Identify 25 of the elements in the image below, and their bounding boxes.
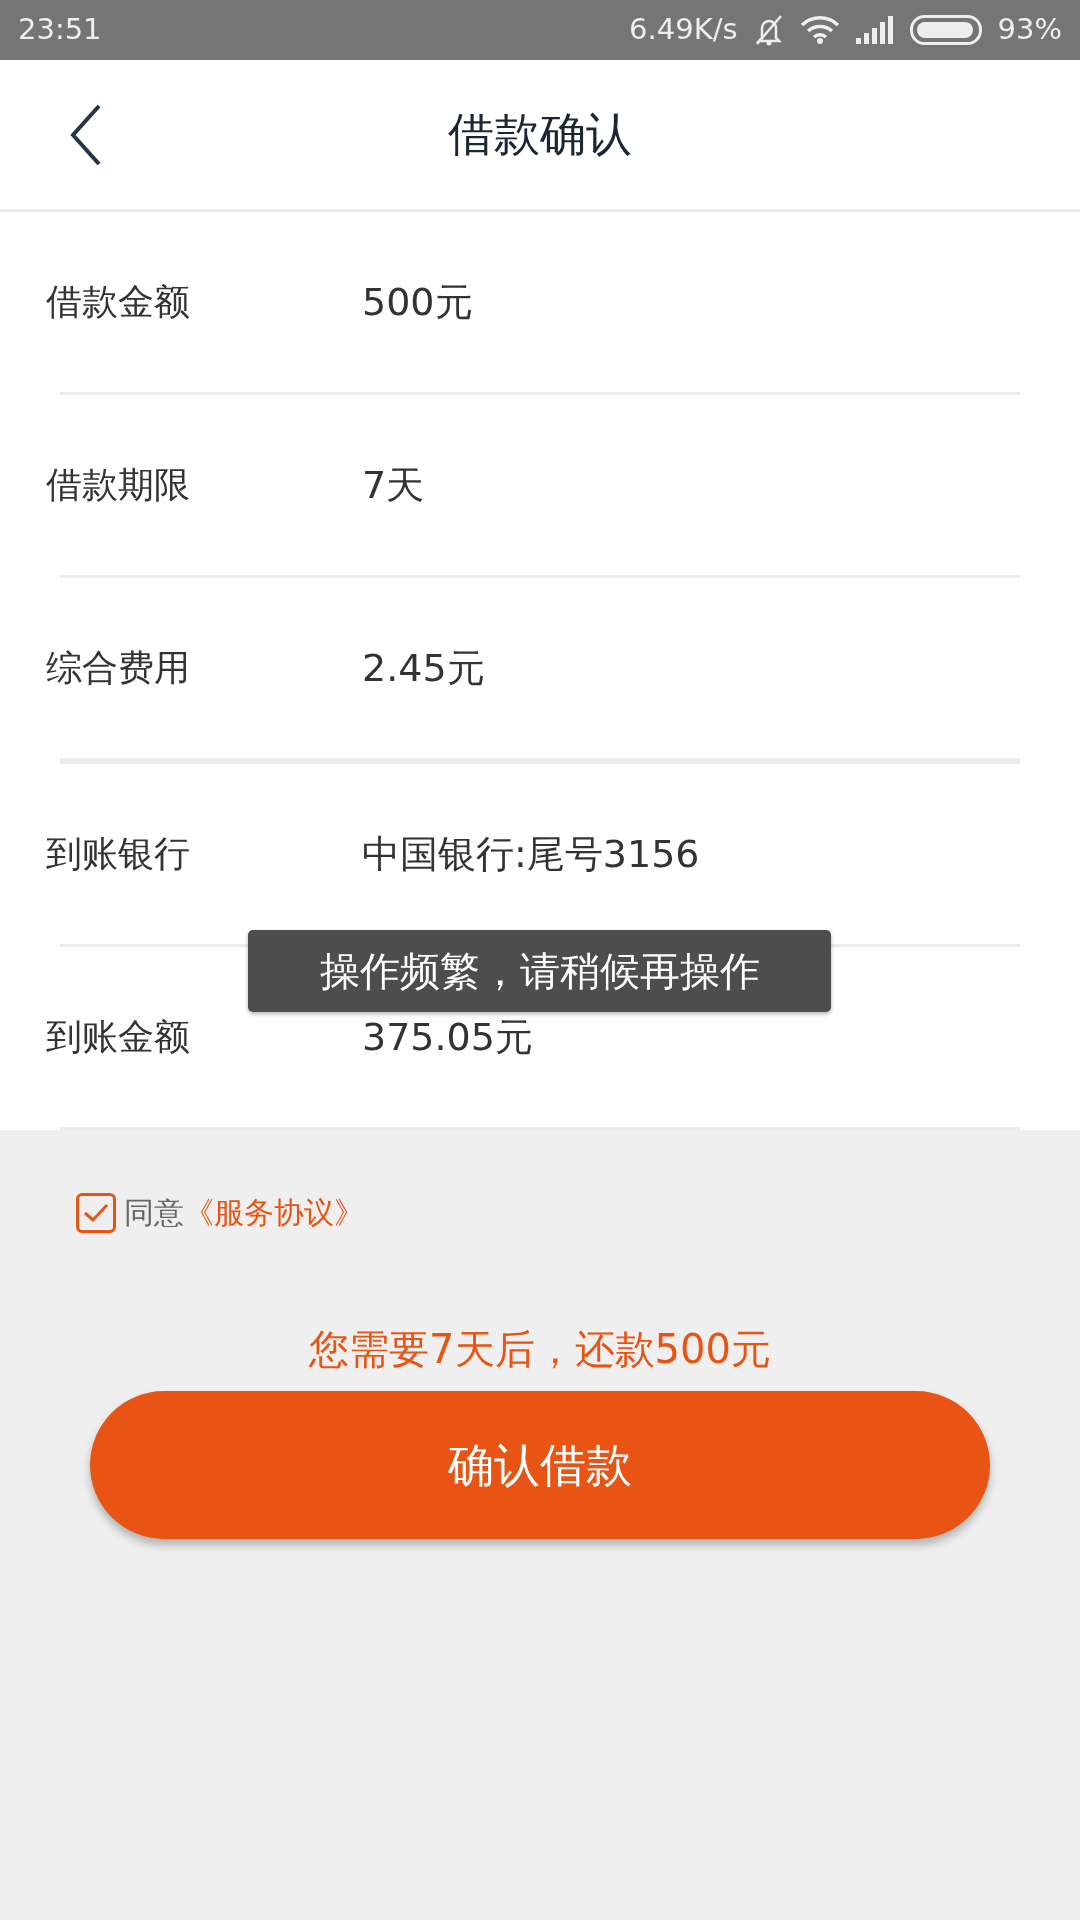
field-value: 7天 bbox=[362, 461, 425, 509]
battery-icon bbox=[909, 15, 982, 45]
confirm-button[interactable]: 确认借款 bbox=[90, 1391, 990, 1539]
network-speed: 6.49K/s bbox=[629, 11, 738, 49]
muted-bell-icon bbox=[753, 14, 784, 46]
field-label: 借款金额 bbox=[46, 280, 191, 324]
battery-percent: 93% bbox=[997, 11, 1062, 49]
field-value: 中国银行:尾号3156 bbox=[362, 830, 700, 878]
field-label: 到账金额 bbox=[46, 1015, 191, 1059]
field-label: 借款期限 bbox=[46, 463, 191, 507]
signal-icon bbox=[855, 16, 894, 44]
wifi-icon bbox=[799, 15, 840, 45]
field-label: 综合费用 bbox=[46, 646, 191, 690]
repay-note: 您需要7天后，还款500元 bbox=[308, 1325, 772, 1374]
agreement-link[interactable]: 《服务协议》 bbox=[184, 1190, 364, 1235]
toast-message: 操作频繁，请稍候再操作 bbox=[248, 930, 831, 1012]
checkmark-icon bbox=[83, 1202, 109, 1223]
agreement-checkbox[interactable] bbox=[76, 1192, 116, 1233]
agree-text: 同意 bbox=[124, 1194, 184, 1232]
field-value: 2.45元 bbox=[362, 644, 485, 692]
field-value: 375.05元 bbox=[362, 1013, 533, 1061]
page-title: 借款确认 bbox=[448, 106, 632, 163]
field-label: 到账银行 bbox=[46, 832, 191, 876]
field-value: 500元 bbox=[362, 278, 473, 326]
status-time: 23:51 bbox=[18, 11, 102, 49]
